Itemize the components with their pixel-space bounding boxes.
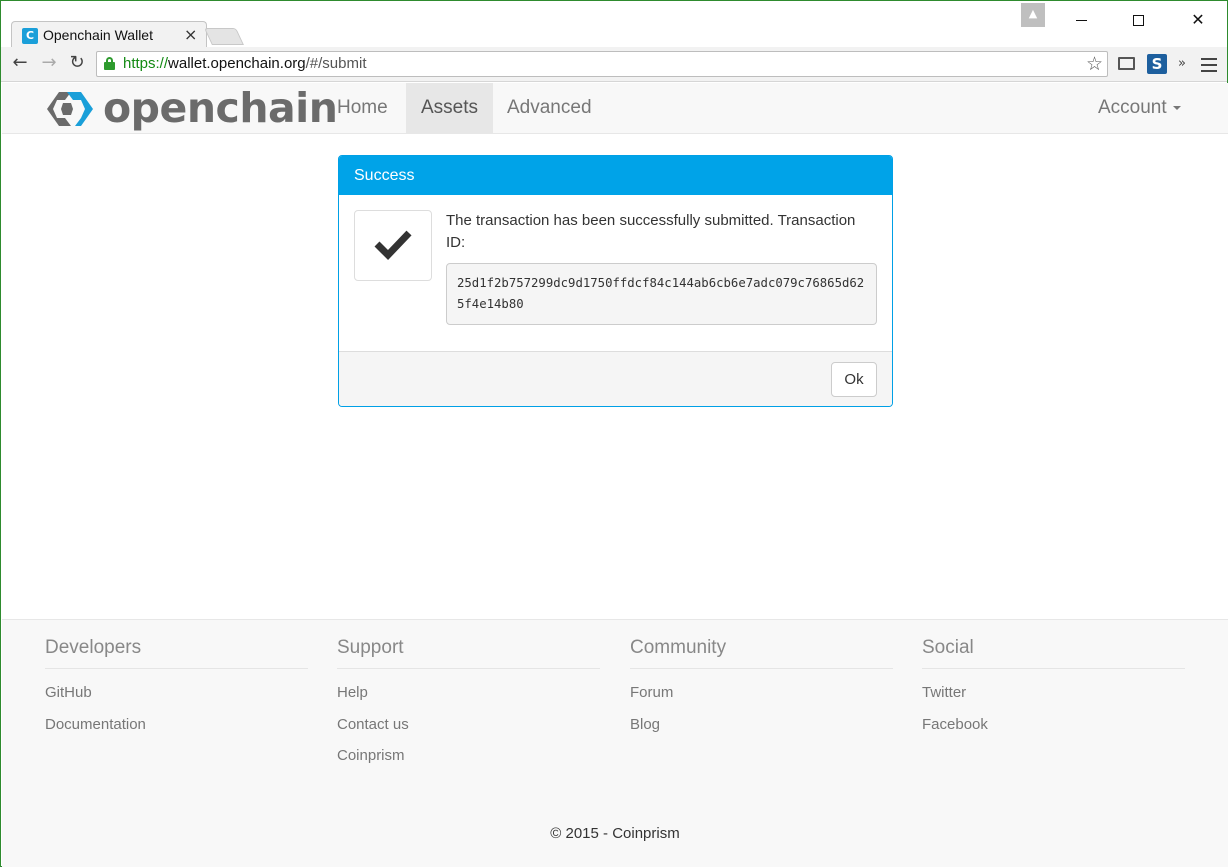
nav-assets[interactable]: Assets	[406, 83, 494, 133]
browser-window: C Openchain Wallet × ▲ ✕ ← → ↻ https://w…	[0, 0, 1228, 867]
transaction-id-box: 25d1f2b757299dc9d1750ffdcf84c144ab6cb6e7…	[446, 263, 877, 325]
footer-link-coinprism[interactable]: Coinprism	[337, 746, 600, 766]
footer-heading: Social	[922, 637, 1185, 669]
brand-text: openchain	[103, 84, 338, 132]
brand-link[interactable]: openchain	[45, 84, 338, 132]
title-bar: C Openchain Wallet × ▲ ✕	[1, 1, 1227, 48]
dialog-footer: Ok	[339, 351, 892, 406]
hamburger-menu-icon[interactable]	[1201, 54, 1217, 74]
nav-advanced[interactable]: Advanced	[492, 83, 607, 133]
footer-link-twitter[interactable]: Twitter	[922, 683, 1185, 703]
footer-column-support: Support Help Contact us Coinprism	[337, 637, 600, 778]
dialog-title: Success	[339, 156, 892, 195]
footer-heading: Developers	[45, 637, 308, 669]
footer-link-facebook[interactable]: Facebook	[922, 715, 1185, 735]
maximize-button[interactable]	[1115, 7, 1161, 33]
footer-heading: Community	[630, 637, 893, 669]
success-dialog: Success The transaction has been success…	[338, 155, 893, 407]
openchain-logo-icon	[47, 92, 93, 126]
address-bar[interactable]: https://wallet.openchain.org/#/submit ☆	[96, 51, 1108, 77]
footer-column-developers: Developers GitHub Documentation	[45, 637, 308, 746]
account-label: Account	[1098, 97, 1167, 118]
bookmark-star-icon[interactable]: ☆	[1086, 53, 1103, 75]
dialog-message: The transaction has been successfully su…	[446, 212, 856, 251]
dialog-body: The transaction has been successfully su…	[339, 195, 892, 351]
lock-icon	[104, 57, 115, 70]
browser-toolbar: ← → ↻ https://wallet.openchain.org/#/sub…	[1, 47, 1227, 82]
page: openchain Home Assets Advanced Account S…	[2, 83, 1228, 867]
url-text: https://wallet.openchain.org/#/submit	[123, 55, 366, 72]
tab-close-icon[interactable]: ×	[184, 25, 197, 44]
footer-link-documentation[interactable]: Documentation	[45, 715, 308, 735]
profile-icon[interactable]: ▲	[1021, 3, 1045, 27]
browser-tab[interactable]: C Openchain Wallet ×	[11, 21, 207, 48]
success-check-icon	[354, 210, 432, 281]
footer-heading: Support	[337, 637, 600, 669]
reload-icon[interactable]: ↻	[65, 51, 89, 75]
navbar: openchain Home Assets Advanced Account	[2, 83, 1228, 134]
footer-column-social: Social Twitter Facebook	[922, 637, 1185, 746]
footer-link-github[interactable]: GitHub	[45, 683, 308, 703]
back-arrow-icon[interactable]: ←	[8, 51, 32, 75]
footer-link-forum[interactable]: Forum	[630, 683, 893, 703]
site-footer: Developers GitHub Documentation Support …	[2, 619, 1228, 867]
ok-button[interactable]: Ok	[831, 362, 877, 397]
footer-link-help[interactable]: Help	[337, 683, 600, 703]
copyright-text: © 2015 - Coinprism	[550, 825, 680, 842]
url-host: wallet.openchain.org	[168, 55, 306, 72]
footer-link-blog[interactable]: Blog	[630, 715, 893, 735]
footer-link-contact[interactable]: Contact us	[337, 715, 600, 735]
minimize-button[interactable]	[1058, 7, 1104, 33]
new-tab-button[interactable]	[204, 28, 244, 45]
cast-icon[interactable]	[1116, 54, 1136, 74]
openchain-favicon-icon: C	[22, 28, 38, 44]
nav-home[interactable]: Home	[322, 83, 403, 133]
extension-s-icon[interactable]: S	[1147, 54, 1167, 74]
caret-down-icon	[1172, 105, 1181, 110]
extensions-overflow-icon[interactable]: »	[1178, 54, 1190, 74]
url-scheme: https://	[123, 55, 169, 72]
footer-column-community: Community Forum Blog	[630, 637, 893, 746]
tab-title: Openchain Wallet	[43, 27, 153, 43]
forward-arrow-icon[interactable]: →	[37, 51, 61, 75]
url-path: /#/submit	[305, 55, 367, 72]
close-window-button[interactable]: ✕	[1175, 7, 1221, 33]
nav-account-dropdown[interactable]: Account	[1083, 83, 1196, 133]
